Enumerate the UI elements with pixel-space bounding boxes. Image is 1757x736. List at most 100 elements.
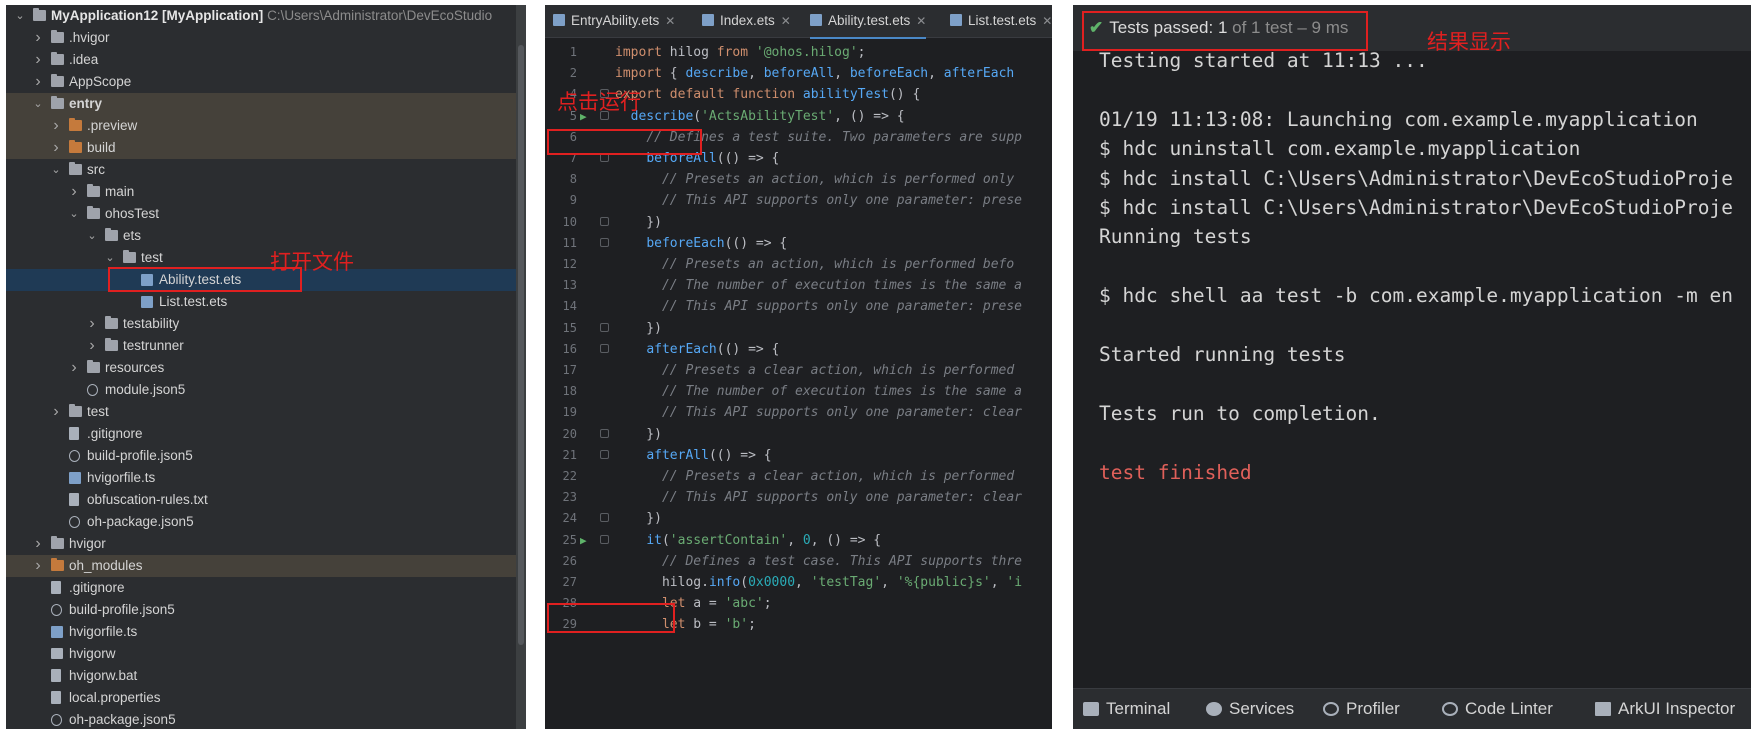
code-line[interactable]: 21 afterAll(() => { — [545, 444, 1052, 467]
close-icon[interactable]: ✕ — [916, 14, 926, 28]
tree-item[interactable]: › testability — [6, 313, 520, 335]
tree-item[interactable]: › .preview — [6, 115, 520, 137]
run-test-icon[interactable]: ▶ — [580, 529, 587, 552]
tree-item[interactable]: ⌄ test — [6, 247, 520, 269]
tree-item[interactable]: build-profile.json5 — [6, 445, 520, 467]
tree-item[interactable]: › oh_modules — [6, 555, 520, 577]
tree-item[interactable]: local.properties — [6, 687, 520, 709]
chevron-down-icon[interactable]: ⌄ — [86, 225, 98, 247]
chevron-right-icon[interactable]: › — [32, 533, 44, 555]
code-line[interactable]: 25 ▶ it('assertContain', 0, () => { — [545, 529, 1052, 552]
chevron-down-icon[interactable]: ⌄ — [14, 5, 26, 27]
profiler-tool-button[interactable]: Profiler — [1323, 689, 1400, 729]
code-line[interactable]: 19 // This API supports only one paramet… — [545, 401, 1052, 424]
tree-item[interactable]: › test — [6, 401, 520, 423]
code-line[interactable]: 22 // Presets a clear action, which is p… — [545, 465, 1052, 488]
tree-item[interactable]: obfuscation-rules.txt — [6, 489, 520, 511]
tree-scrollbar[interactable] — [516, 5, 526, 729]
code-line[interactable]: 1 import hilog from '@ohos.hilog'; — [545, 41, 1052, 64]
tree-item[interactable]: oh-package.json5 — [6, 709, 520, 729]
code-line[interactable]: 13 // The number of execution times is t… — [545, 274, 1052, 297]
fold-icon[interactable] — [600, 428, 609, 438]
tree-item[interactable]: build-profile.json5 — [6, 599, 520, 621]
fold-icon[interactable] — [600, 449, 609, 459]
code-line[interactable]: 16 afterEach(() => { — [545, 338, 1052, 361]
code-line[interactable]: 10 }) — [545, 211, 1052, 234]
tree-item-label: .gitignore — [87, 426, 143, 441]
tab-list-test[interactable]: List.test.ets ✕ — [950, 5, 1052, 37]
code-line[interactable]: 23 // This API supports only one paramet… — [545, 486, 1052, 509]
fold-icon[interactable] — [600, 322, 609, 332]
chevron-down-icon[interactable]: ⌄ — [50, 159, 62, 181]
tree-item[interactable]: oh-package.json5 — [6, 511, 520, 533]
code-line[interactable]: 15 }) — [545, 317, 1052, 340]
code-line[interactable]: 12 // Presets an action, which is perfor… — [545, 253, 1052, 276]
chevron-right-icon[interactable]: › — [86, 313, 98, 335]
tree-item[interactable]: › build — [6, 137, 520, 159]
tree-item[interactable]: ⌄ ets — [6, 225, 520, 247]
code-line[interactable]: 14 // This API supports only one paramet… — [545, 295, 1052, 318]
chevron-right-icon[interactable]: › — [68, 357, 80, 379]
tree-root-row[interactable]: ⌄ MyApplication12 [MyApplication] C:\Use… — [6, 5, 520, 27]
code-text: afterAll(() => { — [646, 447, 772, 463]
chevron-right-icon[interactable]: › — [50, 137, 62, 159]
code-line[interactable]: 18 // The number of execution times is t… — [545, 380, 1052, 403]
chevron-right-icon[interactable]: › — [50, 115, 62, 137]
chevron-down-icon[interactable]: ⌄ — [104, 247, 116, 269]
tree-item[interactable]: › main — [6, 181, 520, 203]
folder-icon — [69, 162, 82, 175]
code-line[interactable]: 24 }) — [545, 507, 1052, 530]
chevron-right-icon[interactable]: › — [32, 49, 44, 71]
tree-item[interactable]: hvigorfile.ts — [6, 467, 520, 489]
code-line[interactable]: 17 // Presets a clear action, which is p… — [545, 359, 1052, 382]
tree-item[interactable]: › AppScope — [6, 71, 520, 93]
tree-item[interactable]: hvigorfile.ts — [6, 621, 520, 643]
tree-scrollbar-thumb[interactable] — [518, 45, 524, 645]
fold-icon[interactable] — [600, 534, 609, 544]
tree-item[interactable]: ⌄ src — [6, 159, 520, 181]
tree-item[interactable]: › .hvigor — [6, 27, 520, 49]
chevron-right-icon[interactable]: › — [50, 401, 62, 423]
arkui-inspector-tool-button[interactable]: ArkUI Inspector — [1595, 689, 1735, 729]
tree-item[interactable]: ⌄ entry — [6, 93, 520, 115]
code-line[interactable]: 11 beforeEach(() => { — [545, 232, 1052, 255]
tree-item[interactable]: .gitignore — [6, 423, 520, 445]
tree-item[interactable]: List.test.ets — [6, 291, 520, 313]
close-icon[interactable]: ✕ — [1042, 14, 1052, 28]
tab-ability-test[interactable]: Ability.test.ets ✕ — [810, 5, 927, 39]
chevron-down-icon[interactable]: ⌄ — [68, 203, 80, 225]
tree-item[interactable]: .gitignore — [6, 577, 520, 599]
terminal-tool-button[interactable]: Terminal — [1083, 689, 1170, 729]
fold-icon[interactable] — [600, 343, 609, 353]
chevron-right-icon[interactable]: › — [86, 335, 98, 357]
fold-icon[interactable] — [600, 513, 609, 523]
tree-item-label: hvigorfile.ts — [69, 624, 138, 639]
tree-item[interactable]: hvigorw — [6, 643, 520, 665]
code-linter-tool-button[interactable]: Code Linter — [1442, 689, 1553, 729]
tree-item[interactable]: › .idea — [6, 49, 520, 71]
chevron-right-icon[interactable]: › — [68, 181, 80, 203]
tab-entryability[interactable]: EntryAbility.ets ✕ — [553, 5, 675, 37]
tree-item[interactable]: › resources — [6, 357, 520, 379]
code-line[interactable]: 20 }) — [545, 423, 1052, 446]
chevron-right-icon[interactable]: › — [32, 71, 44, 93]
code-line[interactable]: 9 // This API supports only one paramete… — [545, 189, 1052, 212]
close-icon[interactable]: ✕ — [781, 14, 791, 28]
code-line[interactable]: 8 // Presets an action, which is perform… — [545, 168, 1052, 191]
tree-item[interactable]: › hvigor — [6, 533, 520, 555]
chevron-right-icon[interactable]: › — [32, 27, 44, 49]
chevron-down-icon[interactable]: ⌄ — [32, 93, 44, 115]
code-line[interactable]: 26 // Defines a test case. This API supp… — [545, 550, 1052, 573]
tree-item[interactable]: module.json5 — [6, 379, 520, 401]
code-line[interactable]: 2 import { describe, beforeAll, beforeEac… — [545, 62, 1052, 85]
chevron-right-icon[interactable]: › — [32, 555, 44, 577]
close-icon[interactable]: ✕ — [665, 14, 675, 28]
services-tool-button[interactable]: Services — [1206, 689, 1294, 729]
tree-item[interactable]: ⌄ ohosTest — [6, 203, 520, 225]
tree-item[interactable]: hvigorw.bat — [6, 665, 520, 687]
tree-item[interactable]: › testrunner — [6, 335, 520, 357]
fold-icon[interactable] — [600, 216, 609, 226]
code-line[interactable]: 27 hilog.info(0x0000, 'testTag', '%{publ… — [545, 571, 1052, 594]
fold-icon[interactable] — [600, 237, 609, 247]
tab-index[interactable]: Index.ets ✕ — [702, 5, 791, 37]
